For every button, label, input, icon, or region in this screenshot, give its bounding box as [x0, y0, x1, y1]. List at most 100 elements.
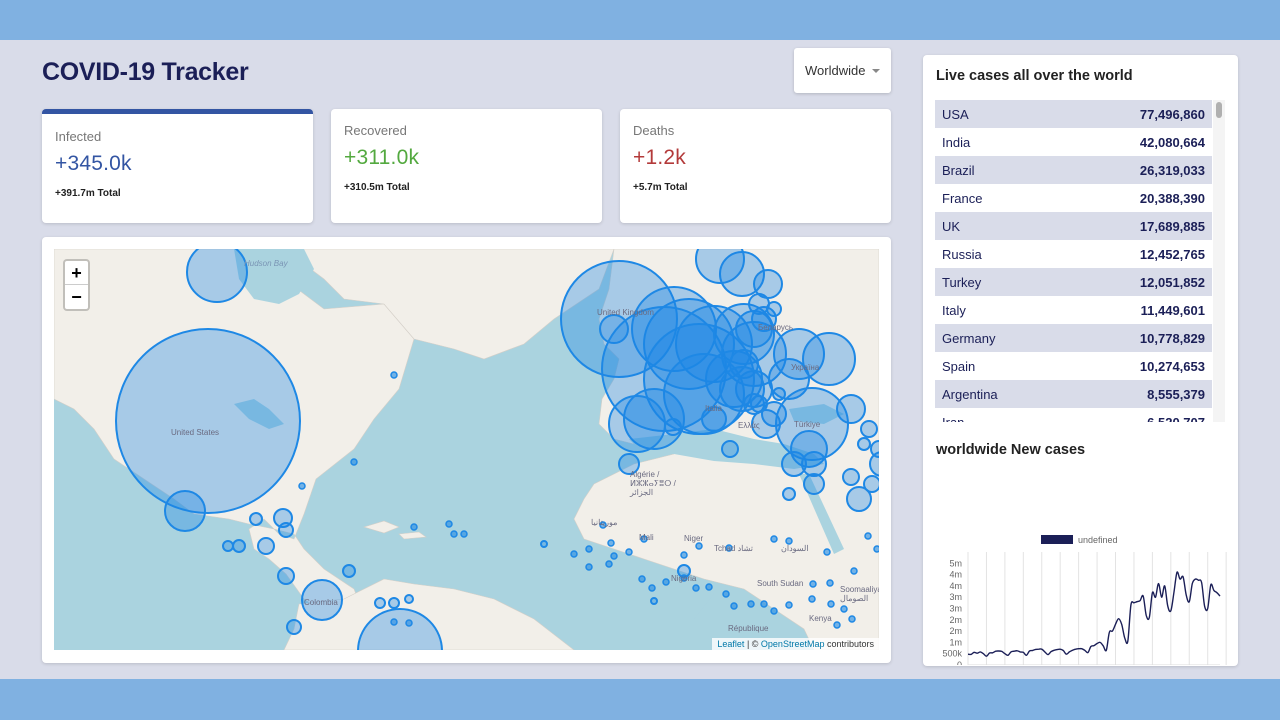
table-row[interactable]: Iran 6,520,707: [935, 408, 1212, 423]
case-dot[interactable]: [809, 580, 817, 588]
world-map[interactable]: + − Hudson Bay United States Colombia Un…: [54, 249, 879, 650]
case-dot[interactable]: [808, 595, 816, 603]
case-circle[interactable]: [870, 440, 879, 458]
case-circle[interactable]: [257, 537, 275, 555]
case-circle[interactable]: [801, 451, 827, 477]
case-dot[interactable]: [390, 371, 398, 379]
case-circle[interactable]: [836, 394, 866, 424]
case-dot[interactable]: [625, 548, 633, 556]
table-scrollbar[interactable]: [1213, 100, 1225, 422]
case-circle[interactable]: [860, 420, 878, 438]
case-dot[interactable]: [410, 523, 418, 531]
case-circle[interactable]: [802, 332, 856, 386]
case-dot[interactable]: [692, 584, 700, 592]
case-dot[interactable]: [570, 550, 578, 558]
case-circle[interactable]: [782, 487, 796, 501]
case-circle[interactable]: [232, 539, 246, 553]
case-circle[interactable]: [772, 387, 786, 401]
table-row[interactable]: India 42,080,664: [935, 128, 1212, 156]
table-row[interactable]: Brazil 26,319,033: [935, 156, 1212, 184]
case-dot[interactable]: [833, 621, 841, 629]
scrollbar-thumb[interactable]: [1216, 102, 1222, 118]
case-dot[interactable]: [350, 458, 358, 466]
case-circle[interactable]: [608, 395, 666, 453]
case-dot[interactable]: [405, 619, 413, 627]
case-circle[interactable]: [404, 594, 414, 604]
case-circle[interactable]: [186, 249, 248, 303]
case-dot[interactable]: [785, 601, 793, 609]
case-dot[interactable]: [662, 578, 670, 586]
zoom-in-button[interactable]: +: [65, 261, 88, 285]
case-dot[interactable]: [607, 539, 615, 547]
case-circle[interactable]: [857, 437, 871, 451]
leaflet-link[interactable]: Leaflet: [717, 639, 744, 649]
case-circle[interactable]: [803, 473, 825, 495]
case-circle[interactable]: [842, 468, 860, 486]
case-dot[interactable]: [864, 532, 872, 540]
recovered-card[interactable]: Recovered +311.0k +310.5m Total: [331, 109, 602, 223]
case-dot[interactable]: [638, 575, 646, 583]
case-circle[interactable]: [753, 269, 783, 299]
case-dot[interactable]: [722, 590, 730, 598]
case-dot[interactable]: [730, 602, 738, 610]
zoom-out-button[interactable]: −: [65, 285, 88, 309]
case-dot[interactable]: [610, 552, 618, 560]
case-dot[interactable]: [585, 545, 593, 553]
case-circle[interactable]: [750, 395, 768, 413]
case-circle[interactable]: [277, 567, 295, 585]
case-dot[interactable]: [450, 530, 458, 538]
table-row[interactable]: France 20,388,390: [935, 184, 1212, 212]
case-dot[interactable]: [605, 560, 613, 568]
case-circle[interactable]: [388, 597, 400, 609]
case-dot[interactable]: [826, 579, 834, 587]
case-circle[interactable]: [540, 540, 548, 548]
case-dot[interactable]: [850, 567, 858, 575]
case-dot[interactable]: [873, 545, 879, 553]
map-label-united-kingdom: United Kingdom: [597, 308, 654, 317]
table-row[interactable]: Italy 11,449,601: [935, 296, 1212, 324]
case-circle[interactable]: [286, 619, 302, 635]
case-circle[interactable]: [342, 564, 356, 578]
table-row[interactable]: Argentina 8,555,379: [935, 380, 1212, 408]
case-dot[interactable]: [460, 530, 468, 538]
case-circle[interactable]: [278, 522, 294, 538]
table-row[interactable]: USA 77,496,860: [935, 100, 1212, 128]
case-dot[interactable]: [695, 542, 703, 550]
case-dot[interactable]: [298, 482, 306, 490]
case-circle[interactable]: [249, 512, 263, 526]
case-dot[interactable]: [747, 600, 755, 608]
case-circle[interactable]: [164, 490, 206, 532]
case-circle[interactable]: [222, 540, 234, 552]
table-row[interactable]: Spain 10,274,653: [935, 352, 1212, 380]
case-circle[interactable]: [115, 328, 301, 514]
table-row[interactable]: Russia 12,452,765: [935, 240, 1212, 268]
table-row[interactable]: Turkey 12,051,852: [935, 268, 1212, 296]
case-circle[interactable]: [863, 475, 879, 493]
case-dot[interactable]: [648, 584, 656, 592]
deaths-label: Deaths: [633, 123, 675, 138]
case-circle[interactable]: [650, 597, 658, 605]
case-dot[interactable]: [848, 615, 856, 623]
case-dot[interactable]: [840, 605, 848, 613]
case-dot[interactable]: [770, 535, 778, 543]
osm-link[interactable]: OpenStreetMap: [761, 639, 825, 649]
table-row[interactable]: Germany 10,778,829: [935, 324, 1212, 352]
case-dot[interactable]: [445, 520, 453, 528]
case-circle[interactable]: [664, 418, 682, 436]
case-dot[interactable]: [770, 607, 778, 615]
case-dot[interactable]: [760, 600, 768, 608]
case-dot[interactable]: [823, 548, 831, 556]
country-select[interactable]: Worldwide: [794, 48, 891, 93]
deaths-card[interactable]: Deaths +1.2k +5.7m Total: [620, 109, 891, 223]
case-dot[interactable]: [390, 618, 398, 626]
case-circle[interactable]: [374, 597, 386, 609]
live-cases-table[interactable]: USA 77,496,860 India 42,080,664 Brazil 26,319…: [935, 100, 1225, 422]
case-circle[interactable]: [721, 440, 739, 458]
case-dot[interactable]: [705, 583, 713, 591]
case-dot[interactable]: [827, 600, 835, 608]
table-row[interactable]: UK 17,689,885: [935, 212, 1212, 240]
case-dot[interactable]: [680, 551, 688, 559]
attribution-sep: | ©: [744, 639, 761, 649]
case-dot[interactable]: [585, 563, 593, 571]
infected-card[interactable]: Infected +345.0k +391.7m Total: [42, 109, 313, 223]
